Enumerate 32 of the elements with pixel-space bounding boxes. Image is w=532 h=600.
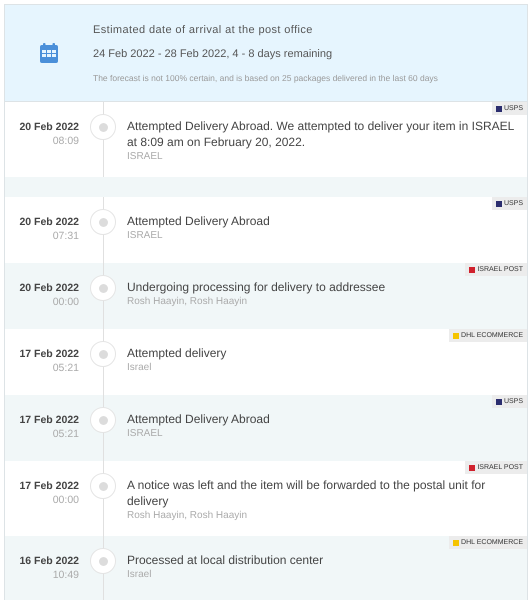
event-date: 17 Feb 2022 bbox=[19, 413, 79, 427]
event-title: Attempted delivery bbox=[127, 345, 228, 361]
event-date: 20 Feb 2022 bbox=[19, 120, 79, 134]
event-time: 00:00 bbox=[52, 295, 79, 309]
event-title: Attempted Delivery Abroad bbox=[127, 213, 271, 229]
event-title: Attempted Delivery Abroad bbox=[127, 411, 271, 427]
event-location: Rosh Haayin, Rosh Haayin bbox=[127, 295, 248, 308]
event-title: A notice was left and the item will be forwarded to the postal unit for delivery bbox=[127, 477, 486, 509]
event-time: 07:31 bbox=[52, 229, 79, 243]
event-title: Attempted Delivery Abroad. We attempted to deliver your item in ISRAEL at 8:09 am on February 20, 2022. bbox=[127, 118, 515, 150]
event-location: Israel bbox=[127, 568, 152, 581]
event-date: 20 Feb 2022 bbox=[19, 281, 79, 295]
event-time: 00:00 bbox=[52, 493, 79, 507]
event-title: Processed at local distribution center bbox=[127, 552, 324, 568]
event-location: ISRAEL bbox=[127, 150, 164, 163]
event-location: Rosh Haayin, Rosh Haayin bbox=[127, 509, 248, 522]
event-date: 16 Feb 2022 bbox=[19, 554, 79, 568]
event-location: ISRAEL bbox=[127, 427, 164, 440]
event-date: 17 Feb 2022 bbox=[19, 347, 79, 361]
estimate-range: 24 Feb 2022 - 28 Feb 2022, 4 - 8 days remaining bbox=[93, 47, 334, 62]
event-time: 10:49 bbox=[52, 568, 79, 582]
calendar-icon bbox=[40, 43, 58, 63]
event-time: 05:21 bbox=[52, 361, 79, 375]
event-time: 05:21 bbox=[52, 427, 79, 441]
event-location: Israel bbox=[127, 361, 152, 374]
event-title: Undergoing processing for delivery to addressee bbox=[127, 279, 386, 295]
event-location: ISRAEL bbox=[127, 229, 164, 242]
event-date: 20 Feb 2022 bbox=[19, 215, 79, 229]
event-time: 08:09 bbox=[52, 134, 79, 148]
event-date: 17 Feb 2022 bbox=[19, 479, 79, 493]
estimate-title: Estimated date of arrival at the post office bbox=[93, 22, 314, 38]
estimate-note: The forecast is not 100% certain, and is based on 25 packages delivered in the last 60 days bbox=[93, 72, 438, 84]
